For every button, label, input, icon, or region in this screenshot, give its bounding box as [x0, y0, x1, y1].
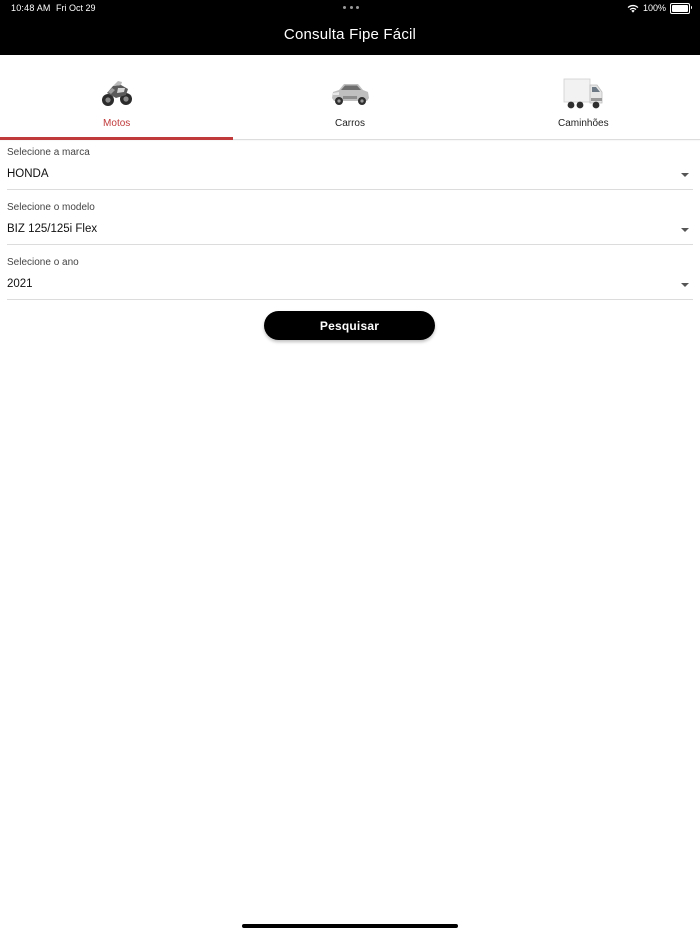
active-tab-indicator: [0, 137, 234, 140]
tab-motos[interactable]: Motos: [0, 55, 234, 140]
year-select-label: Selecione o ano: [7, 257, 79, 268]
tab-label: Caminhões: [558, 118, 609, 129]
dropdown-arrow-icon: [681, 228, 689, 232]
model-select-label: Selecione o modelo: [7, 202, 95, 213]
truck-icon: [563, 78, 603, 109]
app-screen: 10:48 AM Fri Oct 29 100% Consulta Fipe F…: [0, 0, 700, 934]
tab-caminhoes[interactable]: Caminhões: [467, 55, 700, 139]
dropdown-arrow-icon: [681, 283, 689, 287]
car-icon: [331, 84, 369, 105]
app-header: 10:48 AM Fri Oct 29 100% Consulta Fipe F…: [0, 0, 700, 55]
wifi-icon: [627, 4, 639, 13]
vehicle-type-tabs: Motos Carros Caminhões: [0, 55, 700, 140]
status-date: Fri Oct 29: [56, 3, 96, 13]
brand-select-value: HONDA: [7, 168, 49, 180]
year-select-value: 2021: [7, 278, 33, 290]
model-select-value: BIZ 125/125i Flex: [7, 223, 98, 235]
tab-carros[interactable]: Carros: [233, 55, 466, 139]
model-select[interactable]: Selecione o modelo BIZ 125/125i Flex: [7, 202, 693, 245]
brand-select[interactable]: Selecione a marca HONDA: [7, 147, 693, 190]
tab-label: Carros: [334, 118, 365, 129]
battery-percent: 100%: [642, 3, 666, 13]
page-title: Consulta Fipe Fácil: [283, 26, 417, 43]
status-time: 10:48 AM: [11, 3, 51, 13]
year-select[interactable]: Selecione o ano 2021: [7, 257, 693, 300]
brand-select-label: Selecione a marca: [7, 147, 90, 158]
home-indicator[interactable]: [242, 924, 458, 928]
tab-label: Motos: [103, 118, 131, 129]
motorcycle-icon: [101, 81, 132, 106]
battery-icon: [670, 2, 692, 14]
search-button[interactable]: Pesquisar: [264, 311, 435, 340]
multitasking-dots-icon[interactable]: [343, 6, 359, 10]
dropdown-arrow-icon: [681, 173, 689, 177]
status-indicators: 100%: [627, 2, 692, 14]
